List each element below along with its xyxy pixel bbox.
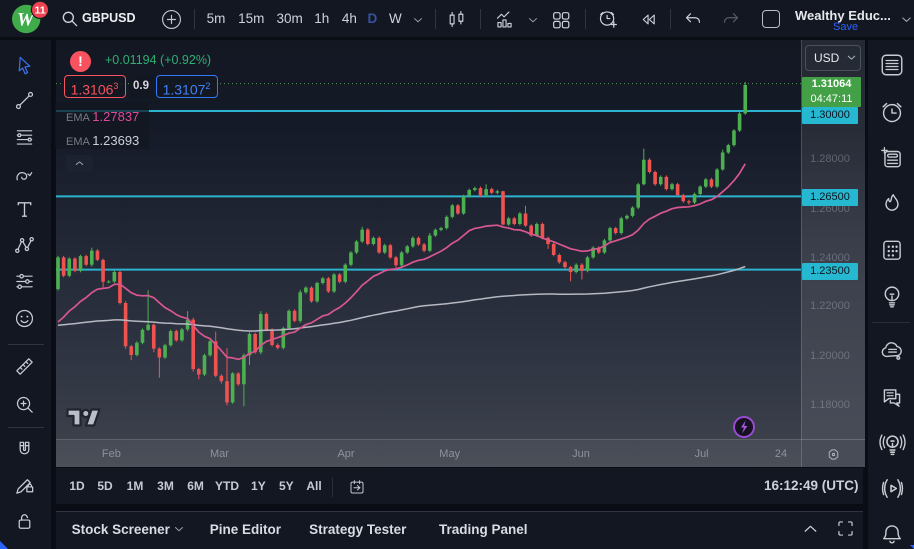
svg-text:11: 11: [34, 4, 45, 16]
